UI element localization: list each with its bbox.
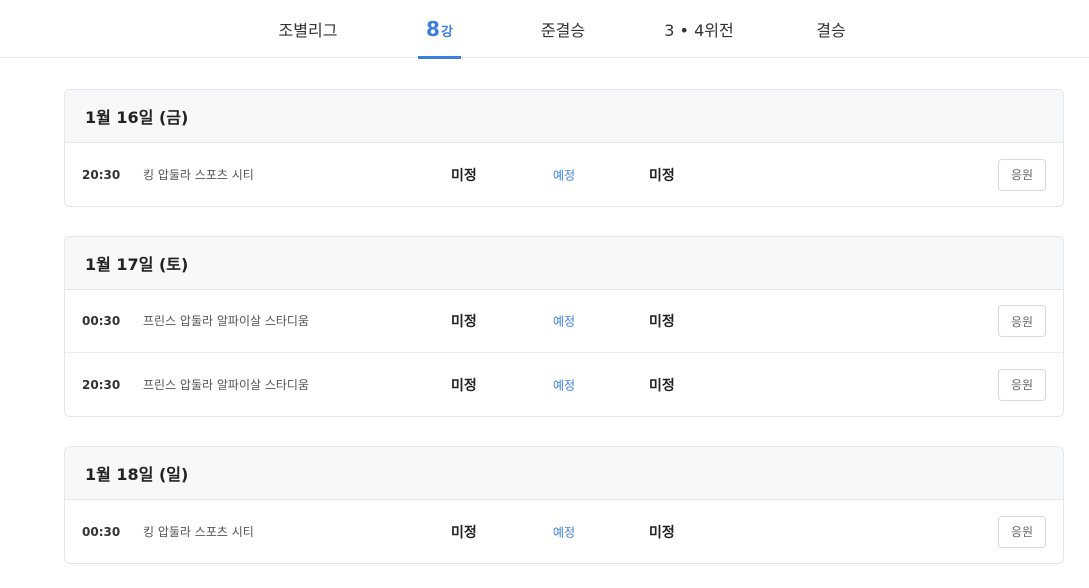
- away-team: 미정: [649, 524, 675, 541]
- tab-label: 준결승: [540, 21, 586, 40]
- match-day-card: 1월 18일 (일) 00:30 킹 압둘라 스포츠 시티 미정 예정 미정 응…: [64, 446, 1064, 564]
- match-venue: 킹 압둘라 스포츠 시티: [143, 524, 254, 539]
- match-status: 예정: [553, 525, 576, 539]
- active-tab-indicator: [418, 56, 461, 59]
- home-team: 미정: [451, 524, 477, 541]
- match-venue: 킹 압둘라 스포츠 시티: [143, 167, 254, 182]
- tab-label-suffix: 강: [440, 25, 453, 40]
- match-status: 예정: [553, 378, 576, 392]
- home-team: 미정: [451, 377, 477, 394]
- tab-label-number: 8: [426, 17, 440, 41]
- match-status: 예정: [553, 168, 576, 182]
- match-row: 20:30 킹 압둘라 스포츠 시티 미정 예정 미정 응원: [65, 143, 1063, 206]
- match-time: 20:30: [82, 167, 121, 182]
- match-day-card: 1월 17일 (토) 00:30 프린스 압둘라 알파이살 스타디움 미정 예정…: [64, 236, 1064, 417]
- away-team: 미정: [649, 167, 675, 184]
- home-team: 미정: [451, 167, 477, 184]
- match-day-card: 1월 16일 (금) 20:30 킹 압둘라 스포츠 시티 미정 예정 미정 응…: [64, 89, 1064, 207]
- match-day-date: 1월 16일 (금): [65, 90, 1063, 143]
- tab-round-of-8[interactable]: 8강: [418, 0, 461, 59]
- tab-label: 결승: [816, 21, 846, 40]
- match-status: 예정: [553, 314, 576, 329]
- match-row: 20:30 프린스 압둘라 알파이살 스타디움 미정 예정 미정 응원: [65, 353, 1063, 416]
- home-team: 미정: [451, 314, 477, 330]
- cheer-button[interactable]: 응원: [998, 158, 1046, 191]
- away-team: 미정: [649, 377, 675, 394]
- match-row: 00:30 킹 압둘라 스포츠 시티 미정 예정 미정 응원: [65, 500, 1063, 563]
- tab-third-place[interactable]: 3 • 4위전: [655, 0, 743, 58]
- tab-group-stage[interactable]: 조별리그: [268, 0, 348, 58]
- match-row: 00:30 프린스 압둘라 알파이살 스타디움 미정 예정 미정 응원: [65, 290, 1063, 353]
- match-time: 00:30: [82, 314, 121, 328]
- tab-label: 3 • 4위전: [664, 21, 734, 40]
- match-venue: 프린스 압둘라 알파이살 스타디움: [143, 314, 310, 328]
- match-time: 20:30: [82, 377, 121, 392]
- match-venue: 프린스 압둘라 알파이살 스타디움: [143, 377, 310, 392]
- match-day-date: 1월 18일 (일): [65, 447, 1063, 500]
- cheer-button[interactable]: 응원: [998, 515, 1046, 548]
- tab-semifinal[interactable]: 준결승: [528, 0, 598, 58]
- match-time: 00:30: [82, 524, 121, 539]
- round-tab-bar: 조별리그 8강 준결승 3 • 4위전 결승: [0, 0, 1089, 59]
- away-team: 미정: [649, 314, 675, 330]
- cheer-button[interactable]: 응원: [998, 305, 1046, 337]
- cheer-button[interactable]: 응원: [998, 368, 1046, 401]
- tab-label: 조별리그: [278, 21, 338, 40]
- tab-final[interactable]: 결승: [805, 0, 857, 58]
- match-day-date: 1월 17일 (토): [65, 237, 1063, 290]
